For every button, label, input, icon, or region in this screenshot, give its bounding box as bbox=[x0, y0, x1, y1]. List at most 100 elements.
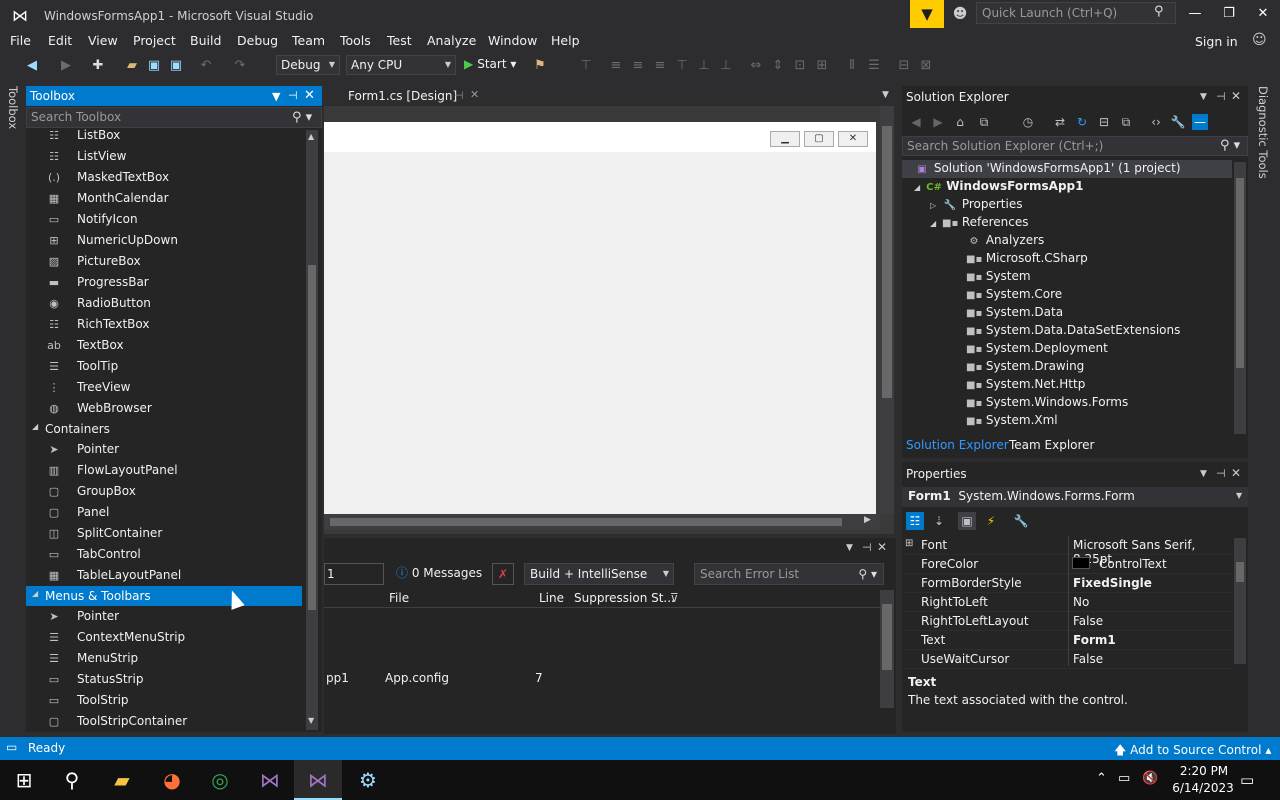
toolbox-category-menus-toolbars[interactable]: ◢ Menus & Toolbars bbox=[26, 586, 302, 606]
property-pages-icon[interactable]: 🔧 bbox=[1012, 512, 1030, 530]
quick-launch-input[interactable]: Quick Launch (Ctrl+Q) bbox=[976, 2, 1176, 24]
toolbox-item[interactable]: ☰ ToolTip bbox=[26, 356, 302, 377]
align-center-icon[interactable]: ≡ bbox=[630, 58, 646, 74]
make-same-size-icon[interactable]: ⊡ bbox=[792, 58, 808, 74]
toolbox-item[interactable]: ▭ NotifyIcon bbox=[26, 209, 302, 230]
spacing-vertical-icon[interactable]: ☰ bbox=[866, 58, 882, 74]
make-same-width-icon[interactable]: ⇔ bbox=[748, 58, 764, 74]
back-icon[interactable]: ◀ bbox=[24, 58, 40, 74]
undo-icon[interactable]: ↶ bbox=[198, 58, 214, 74]
menu-build[interactable]: Build bbox=[190, 33, 221, 48]
tab-solution-explorer[interactable]: Solution Explorer bbox=[906, 438, 1009, 452]
menu-file[interactable]: File bbox=[10, 33, 31, 48]
scroll-down-icon[interactable]: ▼ bbox=[308, 716, 314, 725]
tree-node-reference[interactable]: ■▪ System.Windows.Forms bbox=[966, 395, 1128, 413]
forward-icon[interactable]: ▶ bbox=[58, 58, 74, 74]
tree-node-reference[interactable]: ■▪ System bbox=[966, 269, 1031, 287]
configuration-select[interactable]: Debug ▼ bbox=[276, 55, 340, 75]
window-position-icon[interactable]: ▼ bbox=[1200, 92, 1207, 102]
toolbox-item[interactable]: ▭ TabControl bbox=[26, 544, 302, 565]
tree-node-project[interactable]: ◢ C# WindowsFormsApp1 bbox=[914, 179, 1083, 197]
tab-form1-design[interactable]: Form1.cs [Design] ⊣ ✕ bbox=[340, 86, 486, 106]
notifications-filter-icon[interactable]: ▼ bbox=[910, 0, 944, 28]
menu-debug[interactable]: Debug bbox=[237, 33, 278, 48]
visual-studio-taskbar-icon[interactable]: ⋈ bbox=[246, 760, 294, 800]
toolbox-item[interactable]: ⋮ TreeView bbox=[26, 377, 302, 398]
file-explorer-icon[interactable]: ▰ bbox=[98, 760, 146, 800]
property-row[interactable]: ⊞ Font Microsoft Sans Serif, 8.25pt bbox=[902, 536, 1232, 566]
designer-horizontal-thumb[interactable] bbox=[330, 518, 842, 526]
solution-explorer-search-input[interactable]: Search Solution Explorer (Ctrl+;) bbox=[902, 136, 1248, 156]
search-icon[interactable]: ⚲ ▾ bbox=[292, 110, 312, 125]
align-top-icon[interactable]: ⊤ bbox=[674, 58, 690, 74]
properties-scrollbar[interactable] bbox=[1234, 538, 1246, 664]
property-value[interactable]: FixedSingle bbox=[1073, 576, 1152, 590]
toolbox-item[interactable]: ▭ StatusStrip bbox=[26, 669, 302, 690]
toolbox-item[interactable]: ▢ Panel bbox=[26, 502, 302, 523]
menu-test[interactable]: Test bbox=[387, 33, 412, 48]
menu-help[interactable]: Help bbox=[551, 33, 580, 48]
tab-team-explorer[interactable]: Team Explorer bbox=[1009, 438, 1095, 452]
align-left-icon[interactable]: ≡ bbox=[608, 58, 624, 74]
tree-node-properties[interactable]: ▷ 🔧 Properties bbox=[930, 197, 1022, 215]
tree-node-reference[interactable]: ■▪ System.Core bbox=[966, 287, 1062, 305]
property-row[interactable]: FormBorderStyle FixedSingle bbox=[902, 574, 1232, 593]
feedback-icon[interactable]: ☻ bbox=[950, 4, 970, 24]
preview-selected-icon[interactable]: — bbox=[1192, 114, 1208, 130]
redo-icon[interactable]: ↷ bbox=[232, 58, 248, 74]
menu-view[interactable]: View bbox=[88, 33, 118, 48]
menu-analyze[interactable]: Analyze bbox=[427, 33, 476, 48]
tree-node-reference[interactable]: ■▪ System.Data bbox=[966, 305, 1063, 323]
search-icon[interactable]: ⚲ ▾ bbox=[1220, 138, 1240, 153]
properties-view-icon[interactable]: ▣ bbox=[958, 512, 976, 530]
close-tab-icon[interactable]: ✕ bbox=[470, 88, 479, 101]
toolbox-item[interactable]: ab TextBox bbox=[26, 335, 302, 356]
property-value[interactable]: No bbox=[1073, 595, 1089, 609]
close-panel-icon[interactable]: ✕ bbox=[304, 88, 315, 103]
window-position-icon[interactable]: ▼ bbox=[1200, 469, 1207, 479]
expand-icon[interactable]: ⊞ bbox=[905, 538, 913, 549]
chrome-icon[interactable]: ◎ bbox=[196, 760, 244, 800]
tab-dropdown-icon[interactable]: ▼ bbox=[882, 90, 889, 100]
toolbox-side-tab[interactable]: Toolbox bbox=[6, 86, 20, 129]
property-row[interactable]: RightToLeftLayout False bbox=[902, 612, 1232, 631]
save-icon[interactable]: ▣ bbox=[146, 58, 162, 74]
pin-icon[interactable]: ⊣ bbox=[1216, 90, 1226, 103]
search-icon[interactable]: ⚲ bbox=[48, 760, 96, 800]
open-folder-icon[interactable]: ▰ bbox=[124, 58, 140, 74]
toolbox-item[interactable]: ▢ GroupBox bbox=[26, 481, 302, 502]
filter-icon[interactable]: ⊽ bbox=[670, 591, 679, 605]
forward-icon[interactable]: ▶ bbox=[930, 114, 946, 130]
steam-icon[interactable]: ⚙ bbox=[344, 760, 392, 800]
restore-button[interactable]: ❐ bbox=[1214, 4, 1244, 24]
properties-scrollbar-thumb[interactable] bbox=[1236, 562, 1244, 582]
toolbox-scrollbar-thumb[interactable] bbox=[308, 265, 316, 610]
collapse-all-icon[interactable]: ⊟ bbox=[1096, 114, 1112, 130]
clock-date[interactable]: 6/14/2023 bbox=[1168, 781, 1238, 795]
center-horizontal-icon[interactable]: ⊟ bbox=[896, 58, 912, 74]
toolbox-item[interactable]: (.) MaskedTextBox bbox=[26, 167, 302, 188]
menu-project[interactable]: Project bbox=[133, 33, 176, 48]
sign-in-link[interactable]: Sign in bbox=[1195, 34, 1238, 49]
start-button[interactable]: ▶ Start ▾ bbox=[464, 57, 516, 71]
platform-select[interactable]: Any CPU ▼ bbox=[346, 55, 456, 75]
view-code-icon[interactable]: ‹› bbox=[1148, 114, 1164, 130]
toolbox-item[interactable]: ▥ FlowLayoutPanel bbox=[26, 460, 302, 481]
close-button[interactable]: ✕ bbox=[1248, 4, 1278, 24]
search-icon[interactable]: ⚲ ▾ bbox=[858, 564, 877, 584]
tree-node-reference[interactable]: ■▪ System.Net.Http bbox=[966, 377, 1085, 395]
align-icon[interactable]: ⊤ bbox=[578, 58, 594, 74]
show-hidden-icons-icon[interactable]: ⌃ bbox=[1096, 771, 1107, 786]
property-row[interactable]: Text Form1 bbox=[902, 631, 1232, 650]
chevron-down-icon[interactable]: ▼ bbox=[1236, 491, 1242, 500]
error-list-scrollbar-thumb[interactable] bbox=[882, 604, 892, 670]
pending-changes-filter-icon[interactable]: ◷ bbox=[1020, 114, 1036, 130]
column-suppression[interactable]: Suppression St... bbox=[574, 591, 675, 605]
tree-node-reference[interactable]: ⚙ Analyzers bbox=[966, 233, 1045, 251]
pin-icon[interactable]: ⊣ bbox=[1216, 467, 1226, 480]
menu-tools[interactable]: Tools bbox=[340, 33, 371, 48]
property-row[interactable]: RightToLeft No bbox=[902, 593, 1232, 612]
menu-team[interactable]: Team bbox=[292, 33, 325, 48]
show-all-files-icon[interactable]: ⧉ bbox=[1118, 114, 1134, 130]
add-to-source-control-button[interactable]: 🡅 Add to Source Control ▴ bbox=[1114, 741, 1271, 762]
